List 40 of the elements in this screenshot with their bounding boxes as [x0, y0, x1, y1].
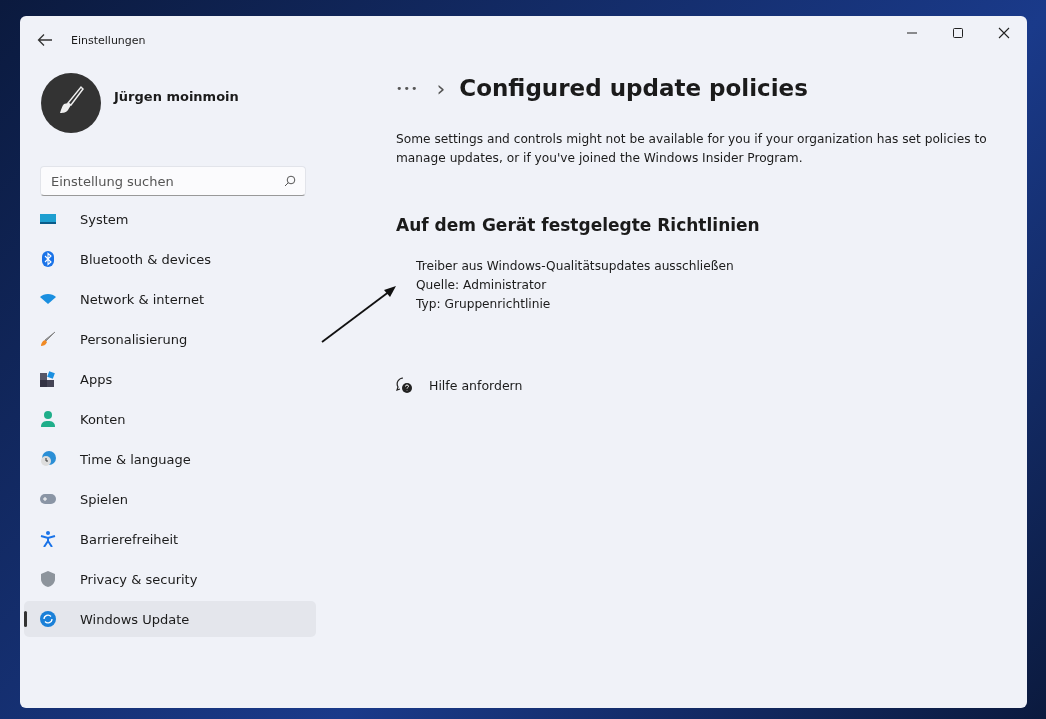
- policy-name: Treiber aus Windows-Qualitätsupdates ausschließen: [416, 258, 734, 275]
- policy-type: Typ: Gruppenrichtlinie: [416, 296, 551, 313]
- wifi-icon: [40, 291, 56, 307]
- search-icon: [284, 175, 296, 187]
- breadcrumb-separator: ›: [436, 75, 446, 101]
- help-chat-icon: [396, 377, 412, 393]
- description-text: Some settings and controls might not be available for you if your organization has set policies to manage updates, or if you've joined the Windows Insider Program.: [396, 131, 988, 167]
- bluetooth-icon: [40, 251, 56, 267]
- sidebar-item[interactable]: Personalisierung: [24, 321, 316, 357]
- sidebar-item[interactable]: Bluetooth & devices: [24, 241, 316, 277]
- sidebar-item[interactable]: Apps: [24, 361, 316, 397]
- gamepad-icon: [40, 491, 56, 507]
- page-title: Configured update policies: [459, 75, 808, 101]
- brush-icon: [40, 331, 56, 347]
- breadcrumb-ellipsis[interactable]: •••: [396, 81, 419, 95]
- sidebar-item[interactable]: Barrierefreiheit: [24, 521, 316, 557]
- avatar-brush-icon: [41, 73, 101, 133]
- maximize-icon[interactable]: [952, 27, 964, 39]
- accessibility-icon: [40, 531, 56, 547]
- section-heading: Auf dem Gerät festgelegte Richtlinien: [396, 215, 761, 235]
- sidebar-item[interactable]: Time & language: [24, 441, 316, 477]
- help-link[interactable]: Hilfe anfordern: [429, 377, 523, 393]
- apps-icon: [40, 371, 56, 387]
- shield-icon: [40, 571, 56, 587]
- back-icon[interactable]: [37, 33, 53, 47]
- window-title: Einstellungen: [71, 33, 146, 47]
- globe-clock-icon: [40, 451, 56, 467]
- sidebar-item[interactable]: Windows Update: [24, 601, 316, 637]
- sidebar-item[interactable]: Network & internet: [24, 281, 316, 317]
- sync-icon: [40, 611, 56, 627]
- user-name: Jürgen moinmoin: [114, 89, 239, 104]
- person-icon: [40, 411, 56, 427]
- sidebar-item[interactable]: Privacy & security: [24, 561, 316, 597]
- policy-source: Quelle: Administrator: [416, 277, 547, 294]
- search-field[interactable]: Einstellung suchen: [40, 166, 306, 196]
- close-icon[interactable]: [998, 27, 1010, 39]
- monitor-icon: [40, 211, 56, 227]
- sidebar-item[interactable]: System: [24, 201, 316, 237]
- sidebar-item[interactable]: Spielen: [24, 481, 316, 517]
- sidebar-item[interactable]: Konten: [24, 401, 316, 437]
